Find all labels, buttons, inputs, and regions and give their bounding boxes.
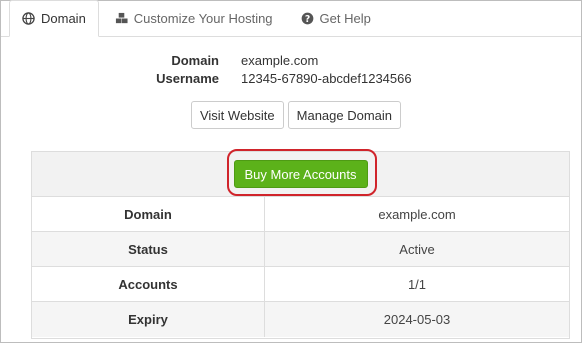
row-label: Status [32, 232, 265, 266]
tab-bar: Domain Customize Your Hosting ? Get Help [1, 0, 581, 37]
tab-label: Get Help [319, 10, 371, 26]
tab-label: Customize Your Hosting [133, 10, 273, 26]
manage-domain-button[interactable]: Manage Domain [287, 101, 402, 129]
row-label: Domain [32, 197, 265, 231]
row-value: Active [399, 241, 435, 257]
row-value: 1/1 [407, 276, 427, 292]
table-header: Buy More Accounts [32, 149, 569, 197]
row-value: example.com [378, 206, 456, 222]
row-label: Accounts [32, 267, 265, 301]
info-row-username: Username 12345-67890-abcdef1234566 [1, 69, 581, 87]
visit-website-button[interactable]: Visit Website [190, 101, 284, 129]
domain-value: example.com [241, 52, 319, 68]
hosting-panel: Domain Customize Your Hosting ? Get Help… [0, 0, 582, 343]
tab-label: Domain [41, 11, 86, 26]
svg-text:?: ? [304, 13, 309, 24]
username-label: Username [156, 70, 219, 86]
domain-label: Domain [171, 52, 219, 68]
account-info: Domain example.com Username 12345-67890-… [1, 51, 581, 87]
table-row: Domain example.com [32, 197, 569, 232]
tab-domain[interactable]: Domain [9, 0, 99, 37]
tab-get-help[interactable]: ? Get Help [289, 0, 383, 36]
username-value: 12345-67890-abcdef1234566 [241, 70, 412, 86]
question-circle-icon: ? [301, 12, 314, 25]
table-row: Accounts 1/1 [32, 267, 569, 302]
globe-icon [22, 12, 35, 25]
row-value: 2024-05-03 [383, 312, 451, 327]
info-row-domain: Domain example.com [1, 51, 581, 69]
row-label: Expiry [32, 302, 265, 337]
table-row: Status Active [32, 232, 569, 267]
tab-customize-hosting[interactable]: Customize Your Hosting [103, 0, 285, 36]
action-buttons: Visit Website Manage Domain [1, 101, 581, 129]
buy-more-accounts-button[interactable]: Buy More Accounts [233, 160, 368, 188]
accounts-table: Buy More Accounts Domain example.com Sta… [31, 149, 570, 339]
table-row: Expiry 2024-05-03 [32, 302, 569, 337]
cubes-icon [115, 12, 128, 25]
